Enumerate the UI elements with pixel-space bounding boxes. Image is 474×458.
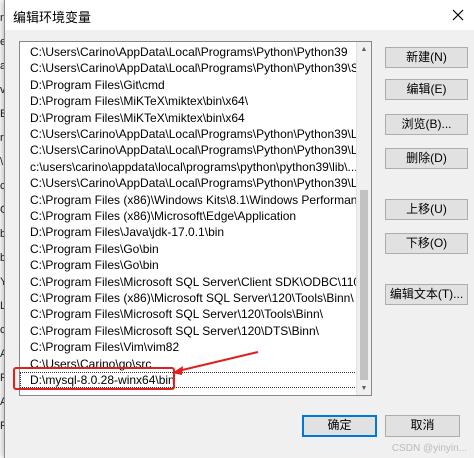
annotation-highlight-box (13, 367, 175, 390)
path-entry[interactable]: D:\Program Files\Java\jdk-17.0.1\bin (20, 224, 357, 240)
dialog-title: 编辑环境变量 (13, 10, 92, 25)
watermark: CSDN @yinyin... (391, 443, 467, 454)
delete-button[interactable]: 删除(D) (385, 148, 468, 169)
path-entry[interactable]: C:\Program Files\Go\bin (20, 241, 357, 257)
new-button[interactable]: 新建(N) (385, 47, 468, 68)
path-entry[interactable]: C:\Users\Carino\AppData\Local\Programs\P… (20, 126, 357, 142)
edit-text-button[interactable]: 编辑文本(T)... (385, 284, 468, 305)
path-entry[interactable]: C:\Program Files\Microsoft SQL Server\12… (20, 323, 357, 339)
move-up-button[interactable]: 上移(U) (385, 199, 468, 220)
path-entry[interactable]: D:\Program Files\Git\cmd (20, 77, 357, 93)
scroll-up-arrow-icon[interactable]: ▲ (357, 42, 371, 56)
path-list[interactable]: D:\mysql-8.0.28-winx64\bin C:\Users\Carin… (19, 41, 372, 396)
vertical-scrollbar[interactable]: ▲ ▼ (356, 42, 371, 395)
background-text-fragment: \ (0, 156, 4, 168)
path-entry[interactable]: C:\Program Files (x86)\Microsoft SQL Ser… (20, 290, 357, 306)
path-entry[interactable]: C:\Program Files\Microsoft SQL Server\12… (20, 306, 357, 322)
edit-button[interactable]: 编辑(E) (385, 79, 468, 100)
path-entry[interactable]: C:\Program Files (x86)\Windows Kits\8.1\… (20, 192, 357, 208)
path-entry[interactable]: c:\users\carino\appdata\local\programs\p… (20, 159, 357, 175)
path-entry[interactable]: C:\Users\Carino\AppData\Local\Programs\P… (20, 142, 357, 158)
path-entry[interactable]: C:\Users\Carino\AppData\Local\Programs\P… (20, 44, 357, 60)
close-icon (452, 9, 464, 21)
cancel-button[interactable]: 取消 (385, 415, 460, 437)
path-entry[interactable]: D:\Program Files\MiKTeX\miktex\bin\x64\ (20, 93, 357, 109)
path-entry[interactable]: D:\Program Files\MiKTeX\miktex\bin\x64 (20, 110, 357, 126)
path-entry[interactable]: C:\Program Files\Microsoft SQL Server\Cl… (20, 274, 357, 290)
scroll-down-arrow-icon[interactable]: ▼ (357, 381, 371, 395)
path-entry[interactable]: C:\Program Files\Go\bin (20, 257, 357, 273)
path-entry[interactable]: C:\Program Files (x86)\Microsoft\Edge\Ap… (20, 208, 357, 224)
title-bar: 编辑环境变量 (5, 0, 474, 30)
browse-button[interactable]: 浏览(B)... (385, 114, 468, 135)
close-button[interactable] (441, 0, 474, 30)
scrollbar-thumb[interactable] (360, 190, 368, 380)
path-entry[interactable]: C:\Users\Carino\AppData\Local\Programs\P… (20, 175, 357, 191)
ok-button[interactable]: 确定 (302, 415, 377, 437)
path-entry[interactable]: C:\Users\Carino\AppData\Local\Programs\P… (20, 60, 357, 76)
move-down-button[interactable]: 下移(O) (385, 233, 468, 254)
path-entry[interactable]: C:\Program Files\Vim\vim82 (20, 339, 357, 355)
